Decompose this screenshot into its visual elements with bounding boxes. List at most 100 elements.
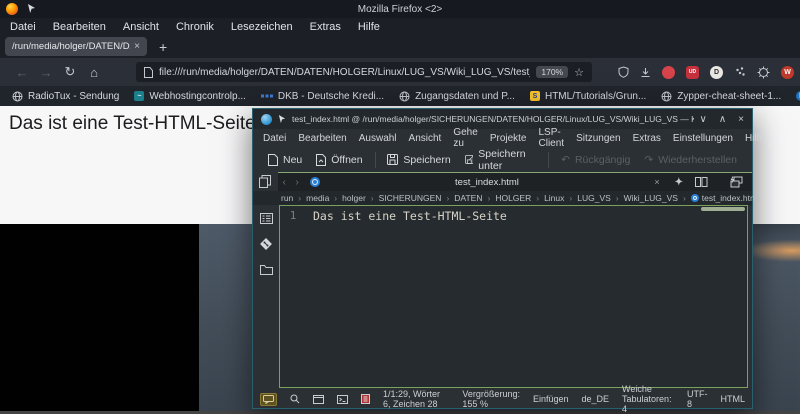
kate-tab-row: ‹ › test_index.html × ✦	[253, 172, 752, 191]
toolbar-separator	[548, 151, 550, 168]
home-icon[interactable]: ⌂	[82, 65, 106, 80]
menu-chronik[interactable]: Chronik	[176, 21, 214, 33]
undo-icon: ↶	[561, 153, 570, 166]
breadcrumb-item[interactable]: SICHERUNGEN	[379, 193, 442, 203]
bookmark-item[interactable]: Zypper-cheat-sheet-1...	[661, 91, 781, 102]
kmenu-sitzungen[interactable]: Sitzungen	[576, 133, 620, 144]
symbols-list-icon[interactable]	[259, 213, 273, 224]
breadcrumb-item[interactable]: holger	[342, 193, 366, 203]
split-view-icon[interactable]	[695, 177, 708, 187]
extension-icon-w[interactable]: W	[781, 65, 794, 79]
git-icon[interactable]	[259, 237, 273, 251]
diff-panel-icon[interactable]	[361, 394, 370, 404]
menu-hilfe[interactable]: Hilfe	[358, 21, 380, 33]
download-icon[interactable]	[640, 67, 651, 78]
save-button[interactable]: Speichern	[380, 151, 457, 169]
back-icon[interactable]: ←	[10, 65, 34, 80]
breadcrumb-item[interactable]: Linux	[544, 193, 564, 203]
output-panel-icon[interactable]	[260, 392, 277, 406]
search-panel-icon[interactable]	[290, 394, 300, 404]
kmenu-extras[interactable]: Extras	[633, 133, 661, 144]
breadcrumb-separator: ›	[370, 193, 374, 203]
cursor-position-status[interactable]: 1/1:29, Wörter 6, Zeichen 28	[383, 389, 449, 409]
zoom-status[interactable]: Vergrößerung: 155 %	[462, 389, 520, 409]
bookmark-item[interactable]: RadioTux - Sendung	[12, 91, 119, 102]
konsole-panel-icon[interactable]	[337, 394, 348, 404]
minimize-icon[interactable]: ∨	[700, 114, 707, 125]
bookmark-item[interactable]: S HTML/Tutorials/Grun...	[529, 91, 646, 102]
zoom-level-badge[interactable]: 170%	[536, 66, 569, 78]
editor-line-1: Das ist eine Test-HTML-Seite	[313, 209, 507, 223]
dictionary-status[interactable]: de_DE	[582, 394, 610, 404]
breadcrumb-item[interactable]: Wiki_LUG_VS	[624, 193, 678, 203]
redo-button[interactable]: ↷ Wiederherstellen	[637, 151, 744, 169]
kate-document-tab[interactable]: test_index.html ×	[304, 177, 666, 188]
breadcrumb-item[interactable]: run	[281, 193, 293, 203]
globe-icon	[661, 91, 672, 101]
menu-bearbeiten[interactable]: Bearbeiten	[53, 21, 106, 33]
kate-titlebar[interactable]: test_index.html @ /run/media/holger/SICH…	[253, 109, 752, 129]
menu-datei[interactable]: Datei	[10, 21, 36, 33]
save-as-button[interactable]: Speichern unter	[458, 145, 544, 175]
breadcrumb-item[interactable]: LUG_VS	[577, 193, 611, 203]
new-tab-button[interactable]: +	[159, 40, 167, 54]
breadcrumb: run › media › holger › SICHERUNGEN › DAT…	[253, 191, 759, 205]
bookmark-item[interactable]: b BigBlueButton - Bibel...	[796, 91, 800, 102]
undo-button[interactable]: ↶ Rückgängig	[554, 151, 637, 169]
dots-extension-icon[interactable]	[734, 66, 746, 78]
open-file-button[interactable]: Öffnen	[309, 151, 369, 169]
quick-open-icon[interactable]: ✦	[675, 177, 683, 188]
browser-tab-active[interactable]: /run/media/holger/DATEN/DA ×	[5, 37, 147, 56]
external-tools-icon[interactable]	[730, 176, 743, 188]
extension-icon-3[interactable]: D	[710, 65, 723, 79]
bookmark-item[interactable]: Zugangsdaten und P...	[399, 91, 515, 102]
scrollbar-handle[interactable]	[701, 207, 745, 211]
bookmark-item[interactable]: ~ Webhostingcontrolp...	[134, 91, 246, 102]
kmenu-hilfe[interactable]: Hilfe	[745, 133, 765, 144]
tab-close-icon[interactable]: ×	[134, 41, 140, 52]
encoding-status[interactable]: UTF-8	[687, 389, 708, 409]
bookmark-item[interactable]: DKB - Deutsche Kredi...	[260, 91, 384, 102]
forward-icon[interactable]: →	[34, 65, 58, 80]
menu-ansicht[interactable]: Ansicht	[123, 21, 159, 33]
tabs-scroll-left-icon[interactable]: ‹	[278, 177, 291, 188]
documents-sidebar-icon[interactable]	[253, 172, 278, 191]
breadcrumb-item[interactable]: media	[306, 193, 329, 203]
kmenu-auswahl[interactable]: Auswahl	[359, 133, 397, 144]
breadcrumb-item[interactable]: DATEN	[454, 193, 482, 203]
editor-view[interactable]: 1 Das ist eine Test-HTML-Seite	[279, 205, 748, 388]
tab-width-status[interactable]: Weiche Tabulatoren: 4	[622, 384, 674, 414]
kmenu-datei[interactable]: Datei	[263, 133, 286, 144]
menu-extras[interactable]: Extras	[310, 21, 341, 33]
bookmark-star-icon[interactable]: ☆	[574, 66, 584, 79]
url-bar[interactable]: file:///run/media/holger/DATEN/DATEN/HOL…	[136, 62, 592, 82]
html-file-icon	[309, 177, 320, 187]
new-file-button[interactable]: Neu	[261, 151, 309, 169]
input-mode-status[interactable]: Einfügen	[533, 394, 569, 404]
breadcrumb-separator: ›	[446, 193, 450, 203]
breadcrumb-item[interactable]: test_index.html	[690, 193, 759, 203]
open-doc-icon	[316, 153, 327, 166]
close-icon[interactable]: ×	[738, 114, 744, 125]
black-screen-region	[0, 224, 199, 411]
tab-close-icon[interactable]: ×	[654, 177, 659, 187]
terminal-panel-icon[interactable]	[313, 394, 324, 404]
kmenu-projekte[interactable]: Projekte	[490, 133, 527, 144]
selfhtml-icon: S	[529, 91, 540, 101]
reload-icon[interactable]: ↻	[58, 64, 82, 80]
gear-extension-icon[interactable]	[757, 66, 770, 79]
kmenu-ansicht[interactable]: Ansicht	[409, 133, 442, 144]
globe-icon	[12, 91, 23, 101]
maximize-icon[interactable]: ∧	[719, 114, 726, 125]
filesystem-browser-icon[interactable]	[259, 264, 273, 275]
syntax-mode-status[interactable]: HTML	[721, 394, 746, 404]
tabs-scroll-right-icon[interactable]: ›	[291, 177, 304, 188]
breadcrumb-separator: ›	[334, 193, 338, 203]
menu-lesezeichen[interactable]: Lesezeichen	[231, 21, 293, 33]
kmenu-einstellungen[interactable]: Einstellungen	[673, 133, 733, 144]
breadcrumb-item[interactable]: HOLGER	[495, 193, 531, 203]
kmenu-bearbeiten[interactable]: Bearbeiten	[298, 133, 346, 144]
ublock-extension-icon[interactable]: UD	[686, 65, 699, 79]
extension-icon-1[interactable]	[662, 65, 675, 79]
tracking-shield-icon[interactable]	[618, 66, 629, 78]
